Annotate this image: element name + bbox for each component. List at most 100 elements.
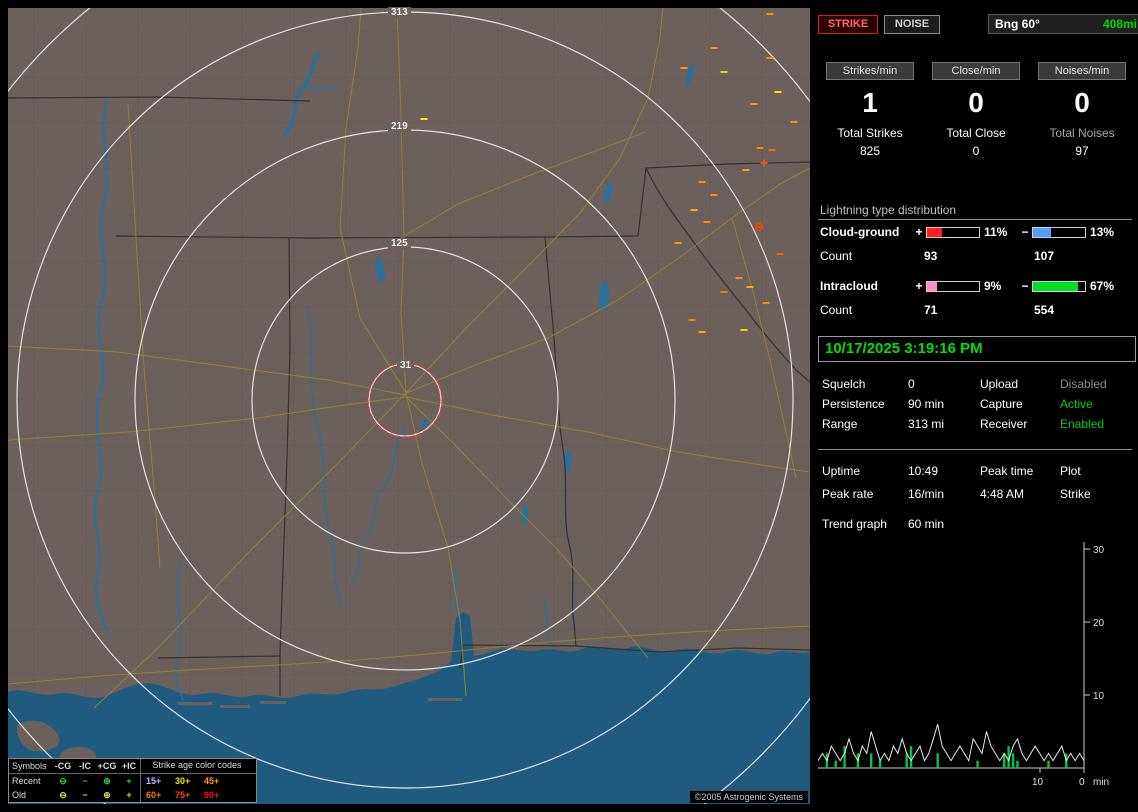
stats-row: Peak rate 16/min 4:48 AM Strike (822, 487, 1132, 501)
strike-button[interactable]: STRIKE (818, 15, 878, 34)
cloud-ground-label: Cloud-ground (820, 225, 914, 239)
range-ring-label: 125 (388, 238, 411, 249)
total-close-label: Total Close (924, 126, 1028, 140)
ic-minus-bar-fill (1033, 282, 1078, 291)
legend-header-row: Symbols -CG -IC +CG +IC Strike age color… (9, 759, 256, 774)
cg-plus-bar (926, 227, 980, 238)
y-tick-10: 10 (1093, 691, 1105, 702)
ic-minus-percent: 67% (1090, 279, 1126, 293)
map-view[interactable]: 313 219 125 31 Symbols -CG -IC +CG +IC S… (8, 8, 810, 804)
persistence-label: Persistence (822, 397, 908, 411)
legend-col-pos-ic: +IC (118, 761, 140, 771)
ic-plus-bar-fill (927, 282, 937, 291)
plus-sign: + (914, 225, 924, 239)
legend-old-row: Old ⊖ − ⊕ + 60+ 75+ 90+ (9, 788, 256, 802)
legend-old-label: Old (12, 790, 52, 800)
total-strikes-label: Total Strikes (818, 126, 922, 140)
cg-minus-count: 107 (1034, 249, 1138, 263)
range-ring-label: 31 (397, 360, 414, 371)
pos-ic-symbol: + (118, 790, 140, 800)
legend-col-pos-cg: +CG (96, 761, 118, 771)
datetime-display: 10/17/2025 3:19:16 PM (818, 336, 1136, 362)
bearing-readout: Bng 60° 408mi (988, 14, 1138, 34)
x-unit-label: min (1093, 777, 1109, 788)
plot-mode-value: Strike (1060, 487, 1132, 501)
noises-column: Noises/min 0 Total Noises 97 (1030, 62, 1134, 158)
minus-sign: − (1020, 279, 1030, 293)
minus-sign: − (1020, 225, 1030, 239)
peak-rate-value: 16/min (908, 487, 980, 501)
side-panel: STRIKE NOISE Bng 60° 408mi Strikes/min 1… (816, 0, 1138, 812)
neg-ic-symbol: − (74, 790, 96, 800)
count-label: Count (820, 249, 924, 263)
x-tick-0: 0 (1079, 777, 1085, 788)
legend-col-neg-ic: -IC (74, 761, 96, 771)
settings-row: Persistence 90 min Capture Active (822, 397, 1132, 411)
settings-row: Range 313 mi Receiver Enabled (822, 417, 1132, 431)
receiver-status: Enabled (1060, 417, 1132, 431)
pos-cg-symbol: ⊕ (96, 776, 118, 787)
neg-cg-symbol: ⊖ (52, 790, 74, 801)
capture-status: Active (1060, 397, 1132, 411)
total-close-value: 0 (924, 144, 1028, 158)
peak-rate-label: Peak rate (822, 487, 908, 501)
legend-recent-row: Recent ⊖ − ⊕ + 15+ 30+ 45+ (9, 774, 256, 788)
cg-minus-bar (1032, 227, 1086, 238)
plus-sign: + (914, 279, 924, 293)
noises-per-min-chip: Noises/min (1038, 62, 1126, 80)
range-ring-label: 313 (388, 7, 411, 18)
legend-age-title: Strike age color codes (140, 759, 253, 773)
ic-minus-bar (1032, 281, 1086, 292)
close-column: Close/min 0 Total Close 0 (924, 62, 1028, 158)
ic-plus-count: 71 (924, 303, 1034, 317)
legend-symbols-header: Symbols (12, 761, 52, 771)
upload-label: Upload (980, 377, 1060, 391)
legend-recent-ages: 15+ 30+ 45+ (140, 774, 253, 788)
age-code: 60+ (146, 790, 175, 800)
noise-button[interactable]: NOISE (884, 15, 940, 34)
squelch-label: Squelch (822, 377, 908, 391)
neg-cg-symbol: ⊖ (52, 776, 74, 787)
cg-plus-percent: 11% (984, 225, 1020, 239)
ic-minus-count: 554 (1034, 303, 1138, 317)
stats-row: Uptime 10:49 Peak time Plot (822, 464, 1132, 478)
total-noises-label: Total Noises (1030, 126, 1134, 140)
cloud-ground-row: Cloud-ground + 11% − 13% (820, 225, 1136, 239)
persistence-value: 90 min (908, 397, 980, 411)
peak-time-value: 4:48 AM (980, 487, 1060, 501)
copyright-text: ©2005 Astrogenic Systems (690, 791, 808, 803)
legend-old-ages: 60+ 75+ 90+ (140, 788, 253, 802)
total-noises-value: 97 (1030, 144, 1134, 158)
divider (818, 449, 1132, 450)
intracloud-label: Intracloud (820, 279, 914, 293)
age-code: 30+ (175, 776, 204, 786)
cg-count-row: Count 93 107 (820, 249, 1138, 263)
peak-time-label: Peak time (980, 464, 1060, 478)
pos-ic-symbol: + (118, 776, 140, 786)
x-tick-10: 10 (1032, 777, 1044, 788)
trend-window-value: 60 min (908, 517, 944, 531)
ic-plus-bar (926, 281, 980, 292)
range-ring-label: 219 (388, 121, 411, 132)
squelch-value: 0 (908, 377, 980, 391)
y-tick-20: 20 (1093, 618, 1105, 629)
cg-minus-bar-fill (1033, 228, 1051, 237)
close-per-min-value: 0 (924, 86, 1028, 120)
ic-count-row: Count 71 554 (820, 303, 1138, 317)
age-code: 75+ (175, 790, 204, 800)
divider (818, 219, 1132, 220)
cg-plus-bar-fill (927, 228, 942, 237)
strikes-per-min-chip: Strikes/min (826, 62, 914, 80)
ic-plus-percent: 9% (984, 279, 1020, 293)
pos-cg-symbol: ⊕ (96, 790, 118, 801)
receiver-label: Receiver (980, 417, 1060, 431)
capture-label: Capture (980, 397, 1060, 411)
age-code: 45+ (204, 776, 233, 786)
bearing-label: Bng 60° (995, 15, 1040, 33)
neg-ic-symbol: − (74, 776, 96, 786)
age-code: 15+ (146, 776, 175, 786)
cg-minus-percent: 13% (1090, 225, 1126, 239)
total-strikes-value: 825 (818, 144, 922, 158)
legend-recent-label: Recent (12, 776, 52, 786)
range-label: Range (822, 417, 908, 431)
